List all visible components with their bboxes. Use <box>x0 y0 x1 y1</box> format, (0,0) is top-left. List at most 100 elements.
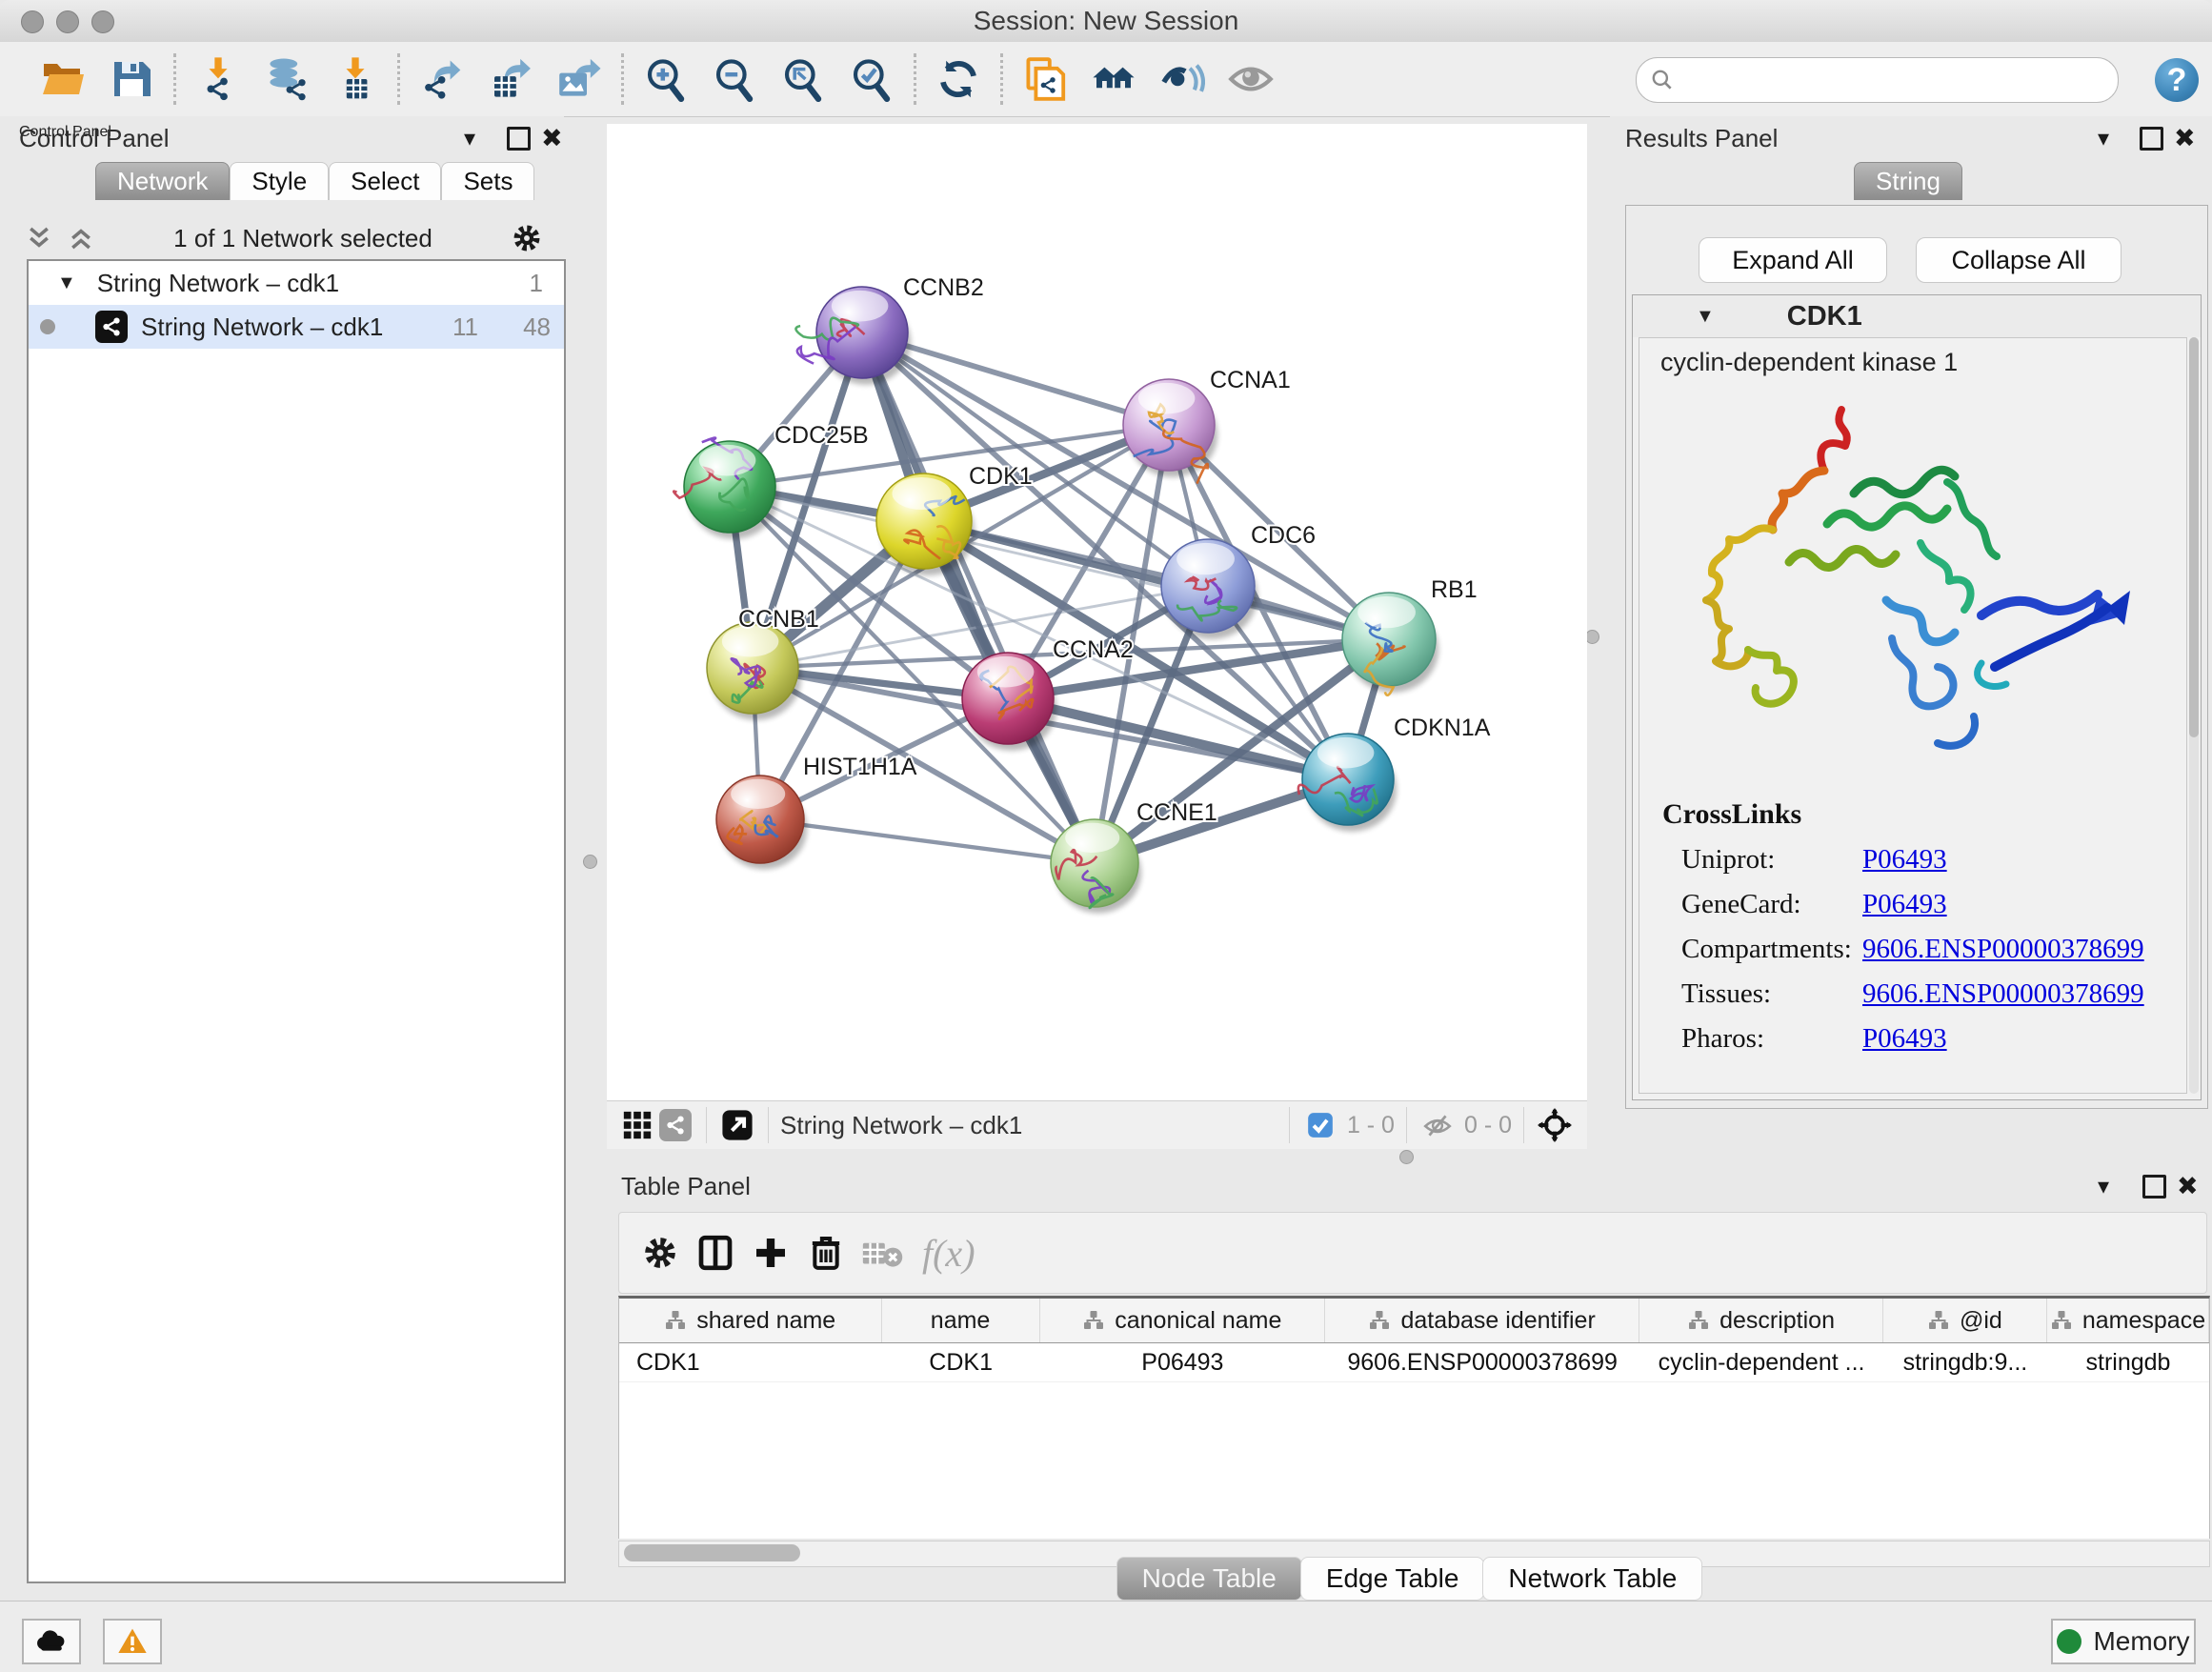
delete-column-icon[interactable] <box>798 1226 854 1279</box>
column-label: shared name <box>696 1307 835 1335</box>
column-header-canonical-name[interactable]: canonical name <box>1040 1299 1325 1342</box>
home-pages-button[interactable] <box>1079 50 1148 109</box>
cloud-button[interactable] <box>22 1619 81 1664</box>
bottom-splitter-handle[interactable] <box>1399 1150 1414 1164</box>
zoom-fit-button[interactable] <box>769 50 837 109</box>
column-header-database-identifier[interactable]: database identifier <box>1325 1299 1639 1342</box>
window-minimize-button[interactable] <box>56 10 79 33</box>
results-scrollbar[interactable] <box>2189 337 2199 1094</box>
node-CCNB2[interactable]: CCNB2 <box>795 274 983 385</box>
vision-button[interactable] <box>1148 50 1217 109</box>
table-row[interactable]: CDK1CDK1P064939606.ENSP00000378699cyclin… <box>619 1343 2209 1382</box>
import-table-button[interactable] <box>321 50 390 109</box>
node-label-CDC6: CDC6 <box>1251 522 1316 549</box>
network-collection-row[interactable]: ▼ String Network – cdk1 1 <box>29 261 564 305</box>
zoom-in-button[interactable] <box>632 50 700 109</box>
results-panel-close-icon[interactable]: ✖ <box>2174 126 2196 151</box>
table-panel-close-icon[interactable]: ✖ <box>2177 1174 2199 1199</box>
refresh-button[interactable] <box>924 50 993 109</box>
warning-button[interactable] <box>103 1619 162 1664</box>
tab-select[interactable]: Select <box>329 162 441 200</box>
table-panel-float-icon[interactable] <box>2142 1175 2166 1199</box>
tab-sets[interactable]: Sets <box>441 162 534 200</box>
column-header-shared-name[interactable]: shared name <box>619 1299 882 1342</box>
crosslink-link[interactable]: P06493 <box>1862 1023 1947 1055</box>
edge-CCNB2-CCNE1[interactable] <box>862 332 1095 863</box>
node-CCNA1[interactable]: CCNA1 <box>1123 367 1291 484</box>
network-options-gear-icon[interactable] <box>511 222 543 254</box>
control-panel-float-icon[interactable] <box>507 127 531 151</box>
eye-button[interactable] <box>1217 50 1285 109</box>
cell-shared-name[interactable]: CDK1 <box>619 1349 882 1377</box>
node-HIST1H1A[interactable]: HIST1H1A <box>716 754 917 869</box>
hidden-eye-slash-icon[interactable] <box>1418 1106 1457 1144</box>
collapse-all-button[interactable]: Collapse All <box>1916 237 2122 283</box>
cell-description[interactable]: cyclin-dependent ... <box>1639 1349 1883 1377</box>
export-network-button[interactable] <box>408 50 476 109</box>
open-in-window-icon[interactable] <box>718 1106 756 1144</box>
search-icon <box>1650 68 1675 92</box>
cell-namespace[interactable]: stringdb <box>2047 1349 2209 1377</box>
node-CCNB1[interactable]: CCNB1 <box>707 606 819 720</box>
search-box[interactable] <box>1636 57 2119 103</box>
cell-database-identifier[interactable]: 9606.ENSP00000378699 <box>1325 1349 1639 1377</box>
save-session-button[interactable] <box>97 50 166 109</box>
pan-crosshair-icon[interactable] <box>1536 1106 1574 1144</box>
network-badge-icon[interactable] <box>656 1106 694 1144</box>
column-header-description[interactable]: description <box>1639 1299 1883 1342</box>
zoom-selected-button[interactable] <box>837 50 906 109</box>
crosslink-label: GeneCard: <box>1681 889 1862 920</box>
crosslink-link[interactable]: P06493 <box>1862 889 1947 920</box>
left-splitter-handle[interactable] <box>583 855 597 869</box>
add-column-icon[interactable] <box>743 1226 798 1279</box>
window-zoom-button[interactable] <box>91 10 114 33</box>
right-splitter-handle[interactable] <box>1585 630 1599 644</box>
collection-expand-icon[interactable]: ▼ <box>57 272 76 294</box>
results-panel-float-icon[interactable] <box>2140 127 2163 151</box>
table-settings-gear-icon[interactable] <box>633 1226 688 1279</box>
gene-section-header[interactable]: ▼ CDK1 <box>1633 295 2201 337</box>
column-header-namespace[interactable]: namespace <box>2047 1299 2209 1342</box>
network-row[interactable]: String Network – cdk1 11 48 <box>29 305 564 349</box>
show-columns-icon[interactable] <box>688 1226 743 1279</box>
cell--id[interactable]: stringdb:9... <box>1883 1349 2047 1377</box>
export-table-button[interactable] <box>476 50 545 109</box>
search-input[interactable] <box>1686 66 2106 94</box>
open-file-button[interactable] <box>29 50 97 109</box>
gene-collapse-icon[interactable]: ▼ <box>1696 306 1715 328</box>
expand-all-icon[interactable] <box>67 224 95 252</box>
selected-checkbox-icon[interactable] <box>1301 1106 1339 1144</box>
tab-node-table[interactable]: Node Table <box>1116 1557 1302 1601</box>
column-header--id[interactable]: @id <box>1883 1299 2047 1342</box>
crosslink-link[interactable]: 9606.ENSP00000378699 <box>1862 978 2144 1010</box>
control-panel-menu-icon[interactable]: ▾ <box>464 128 475 151</box>
copy-network-button[interactable] <box>1011 50 1079 109</box>
export-image-button[interactable] <box>545 50 613 109</box>
cell-name[interactable]: CDK1 <box>882 1349 1040 1377</box>
results-panel-menu-icon[interactable]: ▾ <box>2098 128 2109 151</box>
import-database-button[interactable] <box>252 50 321 109</box>
zoom-out-button[interactable] <box>700 50 769 109</box>
table-panel-menu-icon[interactable]: ▾ <box>2098 1176 2109 1199</box>
window-close-button[interactable] <box>21 10 44 33</box>
crosslink-link[interactable]: P06493 <box>1862 844 1947 876</box>
edge-CCNE1-HIST1H1A[interactable] <box>760 819 1095 863</box>
network-graph[interactable]: CCNB2CCNA1CDC25BCDK1CDC6RB1CCNB1CCNA2CDK… <box>607 124 1587 1100</box>
collapse-all-icon[interactable] <box>25 224 53 252</box>
crosslink-link[interactable]: 9606.ENSP00000378699 <box>1862 934 2144 965</box>
control-panel-close-icon[interactable]: ✖ <box>541 126 563 151</box>
cell-canonical-name[interactable]: P06493 <box>1040 1349 1325 1377</box>
expand-all-button[interactable]: Expand All <box>1699 237 1887 283</box>
tab-network[interactable]: Network <box>95 162 230 200</box>
tab-style[interactable]: Style <box>230 162 329 200</box>
node-RB1[interactable]: RB1 <box>1342 576 1478 695</box>
tab-network-table[interactable]: Network Table <box>1482 1557 1702 1601</box>
memory-button[interactable]: Memory <box>2051 1619 2196 1664</box>
column-header-name[interactable]: name <box>882 1299 1040 1342</box>
tab-string[interactable]: String <box>1854 162 1962 200</box>
grid-view-icon[interactable] <box>618 1106 656 1144</box>
network-view-canvas[interactable]: CCNB2CCNA1CDC25BCDK1CDC6RB1CCNB1CCNA2CDK… <box>607 124 1587 1100</box>
import-network-button[interactable] <box>184 50 252 109</box>
tab-edge-table[interactable]: Edge Table <box>1300 1557 1485 1601</box>
help-button[interactable]: ? <box>2155 58 2199 102</box>
